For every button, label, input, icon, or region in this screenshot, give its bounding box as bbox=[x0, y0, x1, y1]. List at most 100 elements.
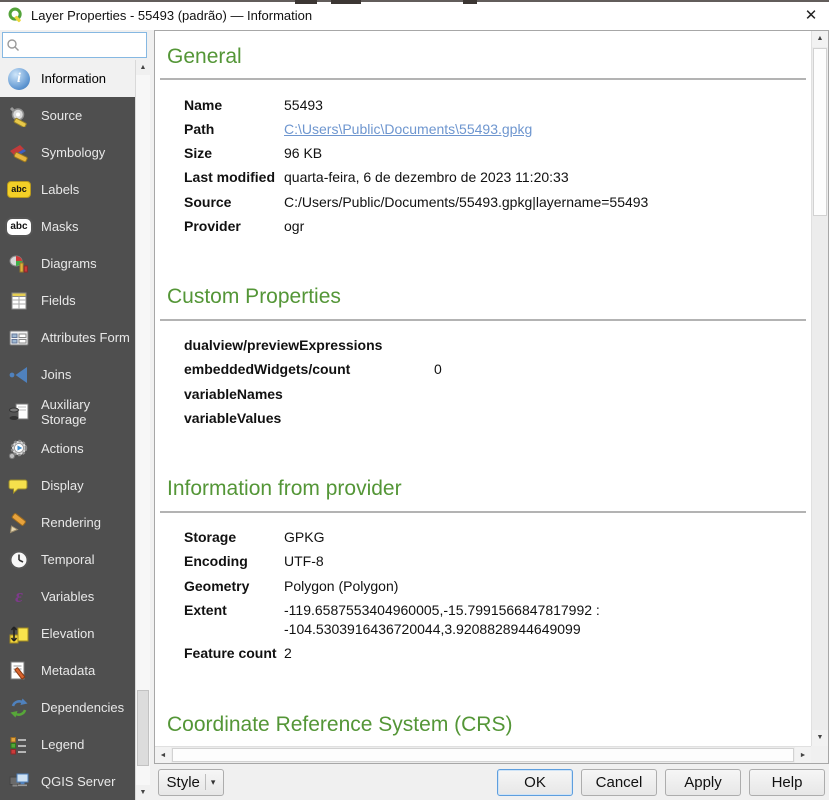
scrollbar-corner bbox=[811, 746, 828, 763]
property-row: SourceC:/Users/Public/Documents/55493.gp… bbox=[184, 190, 811, 214]
sidebar-item-temporal[interactable]: Temporal bbox=[0, 541, 135, 578]
property-label: Source bbox=[184, 193, 284, 212]
scroll-right-icon[interactable]: ► bbox=[795, 747, 811, 764]
auxiliary-storage-icon bbox=[5, 399, 33, 425]
property-label: Name bbox=[184, 96, 284, 115]
sidebar-item-legend[interactable]: Legend bbox=[0, 726, 135, 763]
section-divider bbox=[160, 319, 806, 321]
qgis-logo-icon bbox=[7, 6, 25, 24]
fields-icon bbox=[5, 288, 33, 314]
property-row: dualview/previewExpressions bbox=[184, 334, 811, 358]
title-bar: Layer Properties - 55493 (padrão) — Info… bbox=[0, 0, 829, 30]
apply-button[interactable]: Apply bbox=[665, 769, 741, 796]
property-value: Polygon (Polygon) bbox=[284, 577, 811, 596]
sidebar-item-fields[interactable]: Fields bbox=[0, 282, 135, 319]
property-label: dualview/previewExpressions bbox=[184, 336, 434, 355]
scroll-down-icon[interactable]: ▼ bbox=[136, 785, 150, 800]
cancel-button[interactable]: Cancel bbox=[581, 769, 657, 796]
property-row: variableValues bbox=[184, 406, 811, 430]
sidebar-item-masks[interactable]: abcMasks bbox=[0, 208, 135, 245]
sidebar-item-label: Auxiliary Storage bbox=[41, 397, 135, 427]
property-value: 55493 bbox=[284, 96, 811, 115]
property-row: Feature count2 bbox=[184, 641, 811, 665]
sidebar-item-label: Labels bbox=[41, 182, 79, 197]
content-horizontal-scrollbar[interactable]: ◄ ► bbox=[155, 746, 811, 763]
close-icon[interactable]: ✕ bbox=[799, 6, 823, 24]
property-value: -119.6587553404960005,-15.79915668478179… bbox=[284, 601, 811, 639]
property-label: Extent bbox=[184, 601, 284, 639]
property-value: UTF-8 bbox=[284, 552, 811, 571]
property-label: Provider bbox=[184, 217, 284, 236]
sidebar-item-label: Source bbox=[41, 108, 82, 123]
masks-icon: abc bbox=[5, 214, 33, 240]
sidebar-item-actions[interactable]: Actions bbox=[0, 430, 135, 467]
sidebar-item-source[interactable]: Source bbox=[0, 97, 135, 134]
actions-icon bbox=[5, 436, 33, 462]
sidebar-item-label: Attributes Form bbox=[41, 330, 130, 345]
section-title: Custom Properties bbox=[167, 284, 811, 310]
sidebar-item-metadata[interactable]: Metadata bbox=[0, 652, 135, 689]
sidebar-item-attributes-form[interactable]: Attributes Form bbox=[0, 319, 135, 356]
sidebar-item-elevation[interactable]: Elevation bbox=[0, 615, 135, 652]
section-title: Information from provider bbox=[167, 476, 811, 502]
property-row: EncodingUTF-8 bbox=[184, 550, 811, 574]
sidebar-item-auxiliary-storage[interactable]: Auxiliary Storage bbox=[0, 393, 135, 430]
variables-icon: ε bbox=[5, 584, 33, 610]
sidebar-search-input[interactable] bbox=[2, 32, 147, 58]
section-divider bbox=[160, 78, 806, 80]
layer-properties-dialog: Layer Properties - 55493 (padrão) — Info… bbox=[0, 0, 829, 800]
display-icon bbox=[5, 473, 33, 499]
property-label: variableValues bbox=[184, 409, 434, 428]
property-value bbox=[434, 409, 811, 428]
search-icon bbox=[6, 38, 20, 52]
horizontal-scrollbar-thumb[interactable] bbox=[172, 748, 794, 762]
sidebar: iInformationSourceSymbologyabcLabelsabcM… bbox=[0, 60, 150, 800]
property-row: Size96 KB bbox=[184, 142, 811, 166]
scroll-down-icon[interactable]: ▼ bbox=[812, 730, 828, 746]
property-label: Feature count bbox=[184, 644, 284, 663]
help-button[interactable]: Help bbox=[749, 769, 825, 796]
property-label: variableNames bbox=[184, 385, 434, 404]
sidebar-item-symbology[interactable]: Symbology bbox=[0, 134, 135, 171]
path-link[interactable]: C:\Users\Public\Documents\55493.gpkg bbox=[284, 120, 811, 139]
scroll-left-icon[interactable]: ◄ bbox=[155, 747, 171, 764]
sidebar-item-rendering[interactable]: Rendering bbox=[0, 504, 135, 541]
information-panel: GeneralName55493PathC:\Users\Public\Docu… bbox=[154, 30, 829, 764]
sidebar-item-dependencies[interactable]: Dependencies bbox=[0, 689, 135, 726]
sidebar-item-qgis-server[interactable]: QGIS Server bbox=[0, 763, 135, 800]
scroll-up-icon[interactable]: ▲ bbox=[812, 31, 828, 47]
ok-button[interactable]: OK bbox=[497, 769, 573, 796]
sidebar-item-joins[interactable]: Joins bbox=[0, 356, 135, 393]
content-vertical-scrollbar[interactable]: ▲ ▼ bbox=[811, 31, 828, 746]
sidebar-item-display[interactable]: Display bbox=[0, 467, 135, 504]
property-value: 0 bbox=[434, 360, 811, 379]
sidebar-item-label: Variables bbox=[41, 589, 94, 604]
qgis-server-icon bbox=[5, 769, 33, 795]
rendering-icon bbox=[5, 510, 33, 536]
section-title: General bbox=[167, 44, 811, 70]
sidebar-scrollbar-thumb[interactable] bbox=[137, 690, 149, 766]
sidebar-item-variables[interactable]: ε Variables bbox=[0, 578, 135, 615]
sidebar-item-label: Metadata bbox=[41, 663, 95, 678]
sidebar-scrollbar[interactable]: ▲ ▼ bbox=[135, 60, 150, 800]
metadata-icon bbox=[5, 658, 33, 684]
search-bar bbox=[0, 30, 150, 60]
property-row: StorageGPKG bbox=[184, 526, 811, 550]
sidebar-item-label: Information bbox=[41, 71, 106, 86]
attributes-form-icon bbox=[5, 325, 33, 351]
style-button[interactable]: Style ▾ bbox=[158, 769, 224, 796]
sidebar-item-label: Legend bbox=[41, 737, 84, 752]
scroll-up-icon[interactable]: ▲ bbox=[136, 60, 150, 75]
property-label: Geometry bbox=[184, 577, 284, 596]
sidebar-item-labels[interactable]: abcLabels bbox=[0, 171, 135, 208]
joins-icon bbox=[5, 362, 33, 388]
property-value bbox=[434, 385, 811, 404]
sidebar-item-information[interactable]: iInformation bbox=[0, 60, 135, 97]
property-label: Storage bbox=[184, 528, 284, 547]
sidebar-item-label: Diagrams bbox=[41, 256, 97, 271]
temporal-icon bbox=[5, 547, 33, 573]
vertical-scrollbar-thumb[interactable] bbox=[813, 48, 827, 216]
sidebar-item-label: Joins bbox=[41, 367, 71, 382]
sidebar-item-diagrams[interactable]: Diagrams bbox=[0, 245, 135, 282]
property-value bbox=[434, 336, 811, 355]
